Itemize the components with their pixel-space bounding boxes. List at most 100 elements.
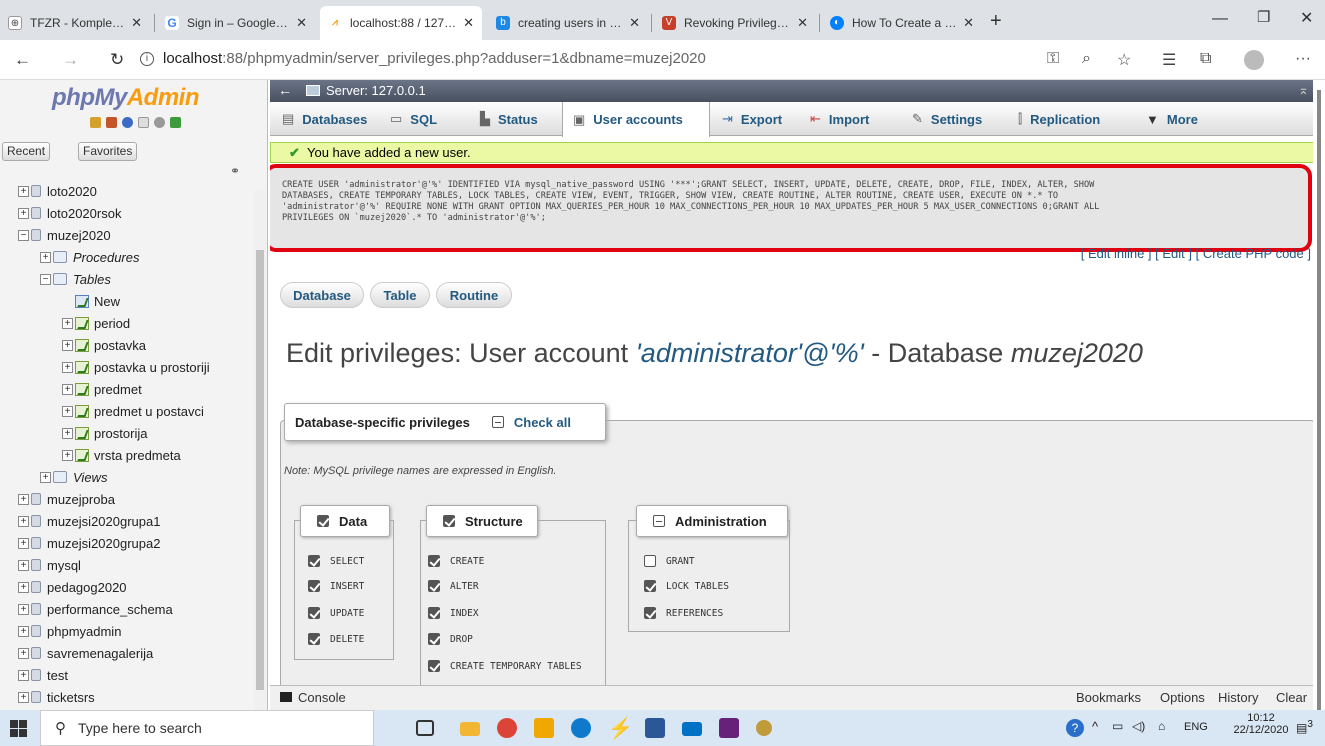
tab-settings[interactable]: ✎ Settings: [912, 102, 982, 136]
subtab-routine[interactable]: Routine: [436, 282, 512, 308]
store-icon[interactable]: [534, 718, 554, 738]
close-tab-icon[interactable]: ✕: [623, 15, 640, 31]
tree-item[interactable]: + Procedures: [40, 246, 139, 268]
expand-icon[interactable]: +: [40, 251, 51, 263]
privilege-grant[interactable]: GRANT: [644, 555, 695, 567]
expand-icon[interactable]: +: [18, 515, 29, 527]
tree-table[interactable]: + postavka u prostoriji: [62, 356, 210, 378]
privilege-lock-tables[interactable]: LOCK TABLES: [644, 580, 729, 592]
tab-replication[interactable]: ⫿ Replication: [1018, 102, 1100, 136]
privilege-index[interactable]: INDEX: [428, 607, 479, 619]
expand-icon[interactable]: +: [18, 493, 29, 505]
edge-icon[interactable]: [571, 718, 591, 738]
structure-group-legend[interactable]: Structure: [426, 505, 538, 537]
close-tab-icon[interactable]: ✕: [290, 15, 307, 31]
recent-button[interactable]: Recent: [2, 142, 51, 161]
browser-tab[interactable]: G Sign in – Google accou ✕: [157, 6, 315, 40]
console-bookmarks[interactable]: Bookmarks: [1076, 690, 1141, 705]
close-window-icon[interactable]: ✕: [1300, 8, 1313, 28]
close-tab-icon[interactable]: ✕: [791, 15, 808, 31]
tree-database[interactable]: + savremenagalerija: [18, 642, 153, 664]
tree-table[interactable]: + period: [62, 312, 130, 334]
tree-database[interactable]: + phpmyadmin: [18, 620, 121, 642]
word-icon[interactable]: [645, 718, 665, 738]
browser-tab[interactable]: ⊕ TFZR - Kompleksne baz ✕: [0, 6, 150, 40]
tab-export[interactable]: ⇥ Export: [722, 102, 782, 136]
battery-icon[interactable]: ▭: [1112, 719, 1123, 733]
link-icon[interactable]: ⚭: [230, 164, 240, 178]
tree-database[interactable]: + loto2020rsok: [18, 202, 121, 224]
administration-group-legend[interactable]: Administration: [636, 505, 788, 537]
windows-start-icon[interactable]: [10, 720, 27, 737]
tab-user-accounts[interactable]: ▣ User accounts: [562, 102, 710, 137]
expand-icon[interactable]: +: [40, 471, 51, 483]
tree-table[interactable]: + predmet u postavci: [62, 400, 204, 422]
privilege-alter[interactable]: ALTER: [428, 580, 479, 592]
expand-icon[interactable]: +: [62, 361, 73, 373]
check-all-label[interactable]: Check all: [514, 415, 571, 430]
expand-icon[interactable]: +: [18, 581, 29, 593]
console-toggle[interactable]: Console: [298, 690, 346, 705]
browser-tab-active[interactable]: ⩘ localhost:88 / 127.0.0.1 ✕: [320, 6, 482, 40]
tree-table[interactable]: + postavka: [62, 334, 146, 356]
favorite-star-icon[interactable]: ☆: [1117, 50, 1131, 70]
tree-table[interactable]: + predmet: [62, 378, 142, 400]
expand-icon[interactable]: +: [18, 207, 29, 219]
restore-icon[interactable]: ❐: [1257, 8, 1270, 26]
back-icon[interactable]: ←: [14, 50, 31, 70]
browser-tab[interactable]: V Revoking Privileges fro ✕: [654, 6, 816, 40]
privilege-create[interactable]: CREATE: [428, 555, 484, 567]
subtab-table[interactable]: Table: [370, 282, 430, 308]
chrome-icon[interactable]: [497, 718, 517, 738]
expand-icon[interactable]: +: [18, 669, 29, 681]
browser-tab[interactable]: b creating users in mysql ✕: [488, 6, 648, 40]
new-tab-button[interactable]: +: [990, 10, 1002, 33]
help-tray-icon[interactable]: ?: [1066, 719, 1084, 737]
tray-chevron-icon[interactable]: ^: [1092, 719, 1098, 734]
tab-sql[interactable]: ▭ SQL: [390, 102, 437, 136]
tree-item[interactable]: + Views: [40, 466, 107, 488]
privilege-select[interactable]: SELECT: [308, 555, 364, 567]
collapse-icon[interactable]: −: [18, 229, 29, 241]
expand-icon[interactable]: +: [62, 427, 73, 439]
scroll-top-icon[interactable]: ⌅: [1298, 82, 1309, 98]
close-tab-icon[interactable]: ✕: [457, 15, 474, 31]
expand-icon[interactable]: +: [18, 537, 29, 549]
tab-import[interactable]: ⇤ Import: [810, 102, 869, 136]
data-group-checkbox[interactable]: [317, 515, 329, 527]
favorites-icon[interactable]: ☰: [1162, 50, 1176, 70]
tree-database[interactable]: + ticketsrs: [18, 686, 95, 708]
tree-database[interactable]: − muzej2020: [18, 224, 111, 246]
network-icon[interactable]: ⌂: [1158, 719, 1165, 733]
expand-icon[interactable]: +: [62, 449, 73, 461]
tree-database[interactable]: + performance_schema: [18, 598, 173, 620]
settings-icon[interactable]: [154, 117, 165, 128]
url-field[interactable]: localhost:88/phpmyadmin/server_privilege…: [163, 50, 706, 67]
volume-icon[interactable]: ◁): [1132, 719, 1145, 733]
tree-item[interactable]: New: [62, 290, 120, 312]
tree-database[interactable]: + muzejproba: [18, 488, 115, 510]
sidebar-scrollbar[interactable]: [254, 190, 266, 710]
console-icon[interactable]: [280, 692, 292, 702]
tab-status[interactable]: ▙ Status: [480, 102, 538, 136]
expand-icon[interactable]: +: [18, 559, 29, 571]
app-icon[interactable]: [756, 720, 772, 736]
tree-database[interactable]: + muzejsi2020grupa2: [18, 532, 160, 554]
mail-icon[interactable]: [682, 722, 702, 736]
expand-icon[interactable]: +: [18, 647, 29, 659]
clock[interactable]: 10:12 22/12/2020: [1232, 712, 1290, 736]
sql-edit-links[interactable]: [ Edit inline ] [ Edit ] [ Create PHP co…: [1081, 246, 1311, 261]
expand-icon[interactable]: +: [18, 691, 29, 703]
privilege-drop[interactable]: DROP: [428, 633, 473, 645]
expand-icon[interactable]: +: [18, 603, 29, 615]
info-icon[interactable]: i: [140, 52, 154, 66]
tree-table[interactable]: + prostorija: [62, 422, 147, 444]
expand-icon[interactable]: +: [18, 625, 29, 637]
taskbar-search[interactable]: ⚲ Type here to search: [40, 710, 374, 746]
tree-database[interactable]: + loto2020: [18, 180, 97, 202]
browser-tab[interactable]: ◐ How To Create a New U ✕: [822, 6, 982, 40]
privilege-references[interactable]: REFERENCES: [644, 607, 723, 619]
file-explorer-icon[interactable]: [460, 722, 480, 736]
docs-icon[interactable]: [138, 117, 149, 128]
privilege-update[interactable]: UPDATE: [308, 607, 364, 619]
